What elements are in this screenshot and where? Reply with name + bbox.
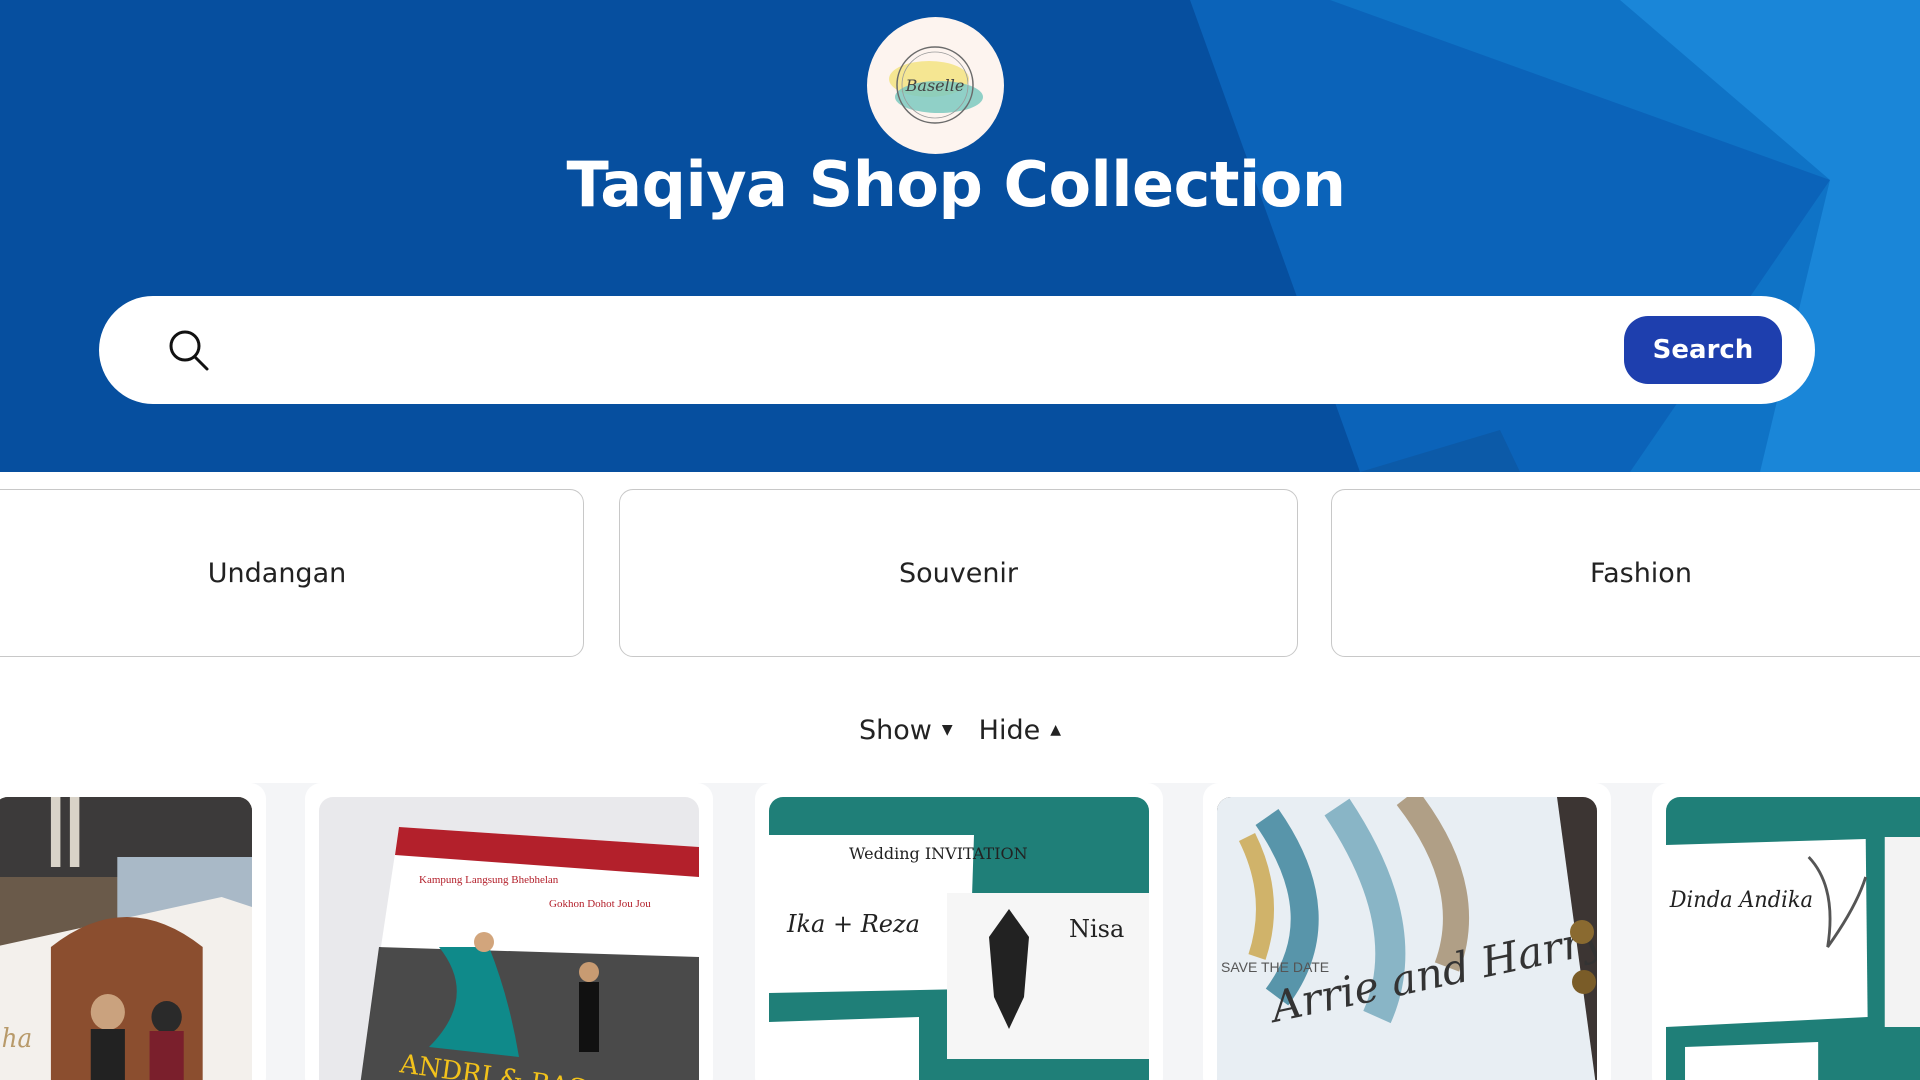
svg-text:Kampung Langsung Bhebhelan: Kampung Langsung Bhebhelan: [419, 874, 559, 886]
product-image[interactable]: Dinda Andika: [1666, 797, 1920, 1080]
category-label: Undangan: [207, 557, 347, 589]
category-undangan[interactable]: Undangan: [0, 489, 584, 657]
logo-text: Baselle: [905, 76, 965, 95]
search-button[interactable]: Search: [1624, 316, 1782, 384]
hero-banner: Baselle Taqiya Shop Collection Search: [0, 0, 1920, 472]
product-image[interactable]: Wedding INVITATION Ika + Reza Nisa: [769, 797, 1149, 1080]
product-image-text: Wedding INVITATION: [849, 844, 1028, 863]
product-image-text: SAVE THE DATE: [1221, 959, 1329, 975]
show-label: Show: [859, 714, 932, 746]
page-title: Taqiya Shop Collection: [566, 148, 1347, 221]
hide-label: Hide: [978, 714, 1041, 746]
hide-toggle[interactable]: Hide ▲: [979, 710, 1061, 750]
category-souvenir[interactable]: Souvenir: [619, 489, 1298, 657]
product-image-text: Ika + Reza: [786, 910, 920, 938]
search-input[interactable]: [239, 318, 1543, 384]
show-hide-toggles: Show ▼ Hide ▲: [0, 710, 1920, 750]
search-icon: [165, 326, 213, 374]
product-card[interactable]: ha: [0, 783, 266, 1080]
category-label: Fashion: [1590, 557, 1692, 589]
caret-down-icon: ▼: [941, 722, 953, 738]
product-image[interactable]: Kampung Langsung Bhebhelan Gokhon Dohot …: [319, 797, 699, 1080]
show-toggle[interactable]: Show ▼: [859, 710, 953, 750]
category-fashion[interactable]: Fashion: [1331, 489, 1920, 657]
product-card[interactable]: Dinda Andika: [1652, 783, 1920, 1080]
product-card[interactable]: Wedding INVITATION Ika + Reza Nisa: [755, 783, 1163, 1080]
product-card[interactable]: Kampung Langsung Bhebhelan Gokhon Dohot …: [305, 783, 713, 1080]
product-card[interactable]: SAVE THE DATE Arrie and Harry: [1203, 783, 1611, 1080]
svg-text:ha: ha: [2, 1022, 33, 1053]
brand-logo[interactable]: Baselle: [867, 17, 1004, 154]
product-gallery: ha Kampung Langsung Bhebhelan Gokhon Doh…: [0, 783, 1920, 1080]
product-image[interactable]: SAVE THE DATE Arrie and Harry: [1217, 797, 1597, 1080]
caret-up-icon: ▲: [1050, 722, 1061, 738]
svg-text:Gokhon Dohot Jou Jou: Gokhon Dohot Jou Jou: [549, 898, 651, 910]
category-label: Souvenir: [898, 557, 1019, 589]
product-image[interactable]: ha: [0, 797, 252, 1080]
product-image-text: Dinda Andika: [1669, 888, 1813, 914]
product-image-text: Nisa: [1069, 915, 1124, 943]
search-bar: Search: [99, 296, 1815, 404]
